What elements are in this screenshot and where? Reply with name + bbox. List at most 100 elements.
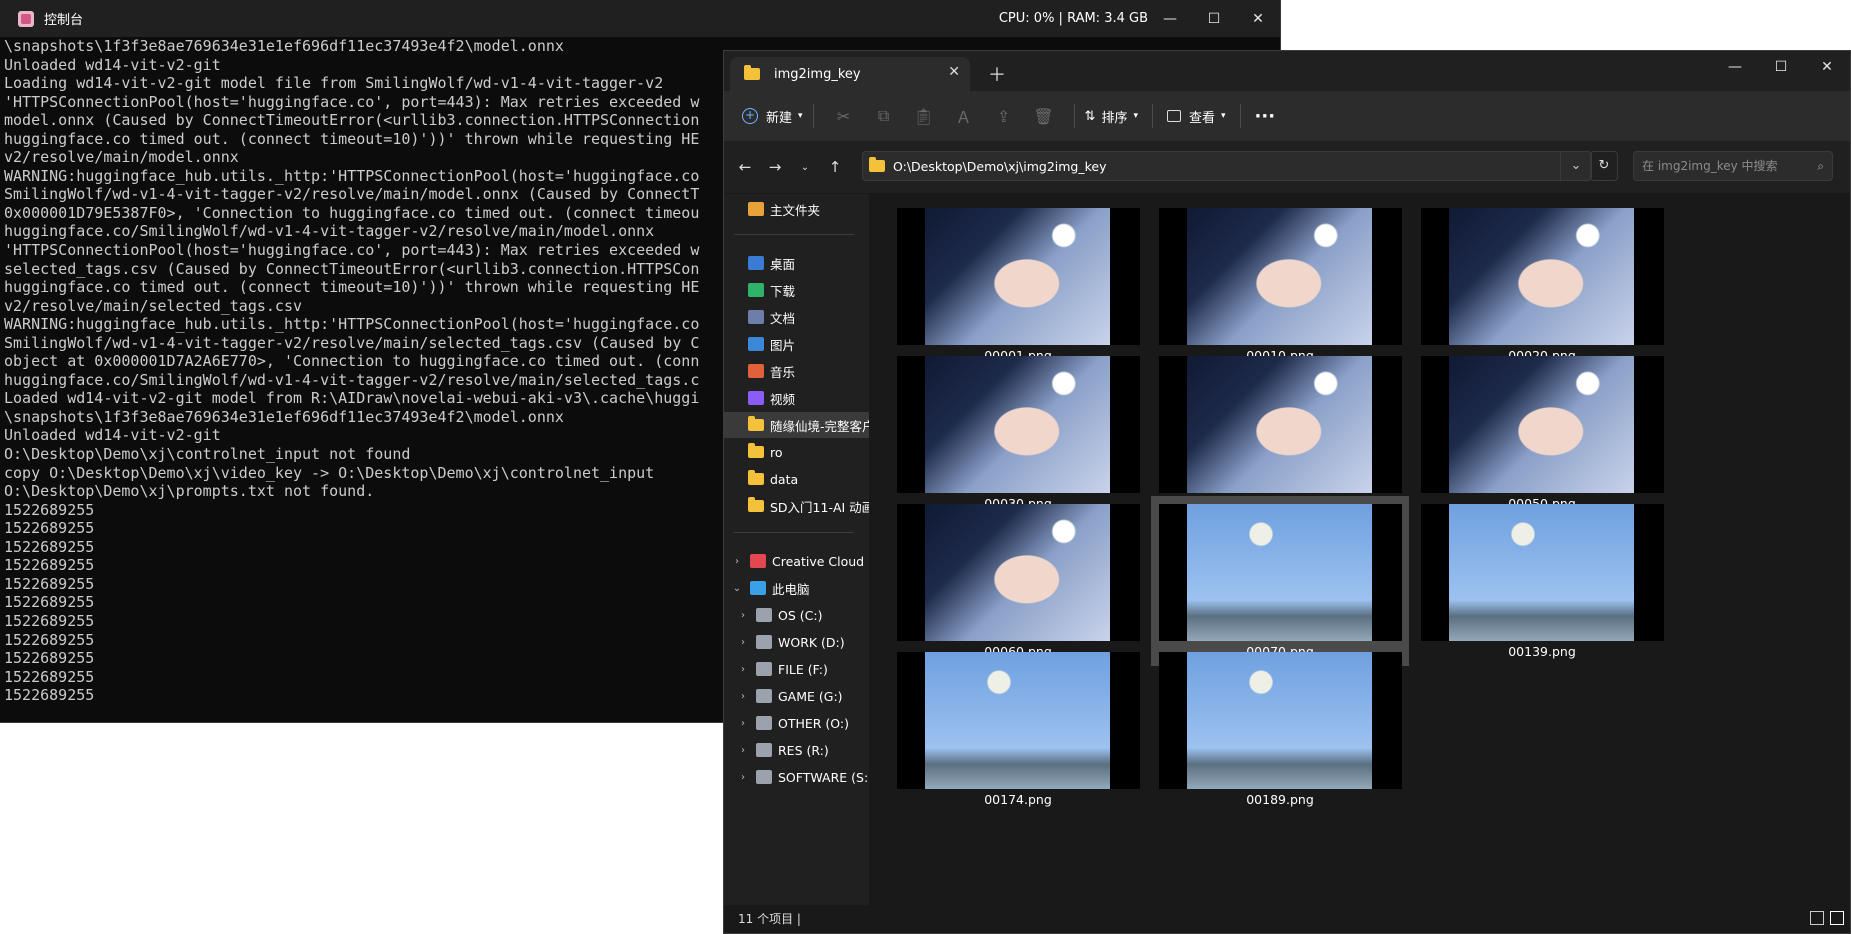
file-item[interactable]: 00020.png [1413, 200, 1671, 370]
nav-item-label: SOFTWARE (S:) [778, 769, 869, 785]
file-item[interactable]: 00001.png [889, 200, 1147, 370]
copy-icon[interactable]: ⧉ [864, 106, 904, 126]
nav-divider [734, 532, 854, 533]
nav-item-label: 主文件夹 [770, 202, 821, 218]
file-name: 00139.png [1508, 644, 1576, 659]
file-item[interactable]: 00040.png [1151, 348, 1409, 518]
recent-chevron-icon[interactable]: ⌄ [790, 162, 820, 173]
forward-arrow-icon[interactable]: → [760, 158, 790, 176]
explorer-body: 主文件夹桌面📌︎下载📌︎文档📌︎图片📌︎音乐📌︎视频📌︎ 随缘仙境-完整客户 ro d… [724, 194, 1850, 905]
up-arrow-icon[interactable]: ↑ [820, 158, 850, 176]
sort-button-label: 排序 [1101, 110, 1128, 126]
search-input[interactable]: 在 img2img_key 中搜索 ⌕ [1633, 151, 1833, 181]
file-item[interactable]: 00010.png [1151, 200, 1409, 370]
file-item[interactable]: 00060.png [889, 496, 1147, 666]
nav-item-creative-cloud[interactable]: › Creative Cloud Files [724, 548, 869, 574]
nav-item-folder[interactable]: 随缘仙境-完整客户 [724, 412, 869, 438]
nav-item-folder[interactable]: data [724, 466, 869, 492]
address-dropdown-icon[interactable]: ⌄ [1560, 152, 1591, 180]
cut-icon[interactable]: ✂ [824, 107, 864, 126]
nav-item-drive[interactable]: › OS (C:) [724, 602, 869, 628]
drive-icon [756, 770, 772, 784]
quick-access-icon [748, 364, 764, 378]
file-item[interactable]: 00070.png [1151, 496, 1409, 666]
folder-icon [748, 443, 764, 458]
nav-item-quick-access[interactable]: 音乐📌︎ [724, 358, 869, 384]
nav-item-quick-access[interactable]: 文档📌︎ [724, 304, 869, 330]
chevron-right-icon[interactable]: › [736, 691, 750, 702]
thumbnail-image [1187, 356, 1372, 493]
nav-item-label: Creative Cloud Files [772, 553, 869, 569]
chevron-right-icon[interactable]: › [730, 556, 744, 567]
file-item[interactable]: 00189.png [1151, 644, 1409, 814]
file-item[interactable]: 00139.png [1413, 496, 1671, 666]
computer-icon [750, 581, 766, 595]
toolbar-divider [1239, 104, 1241, 128]
thumbnail-image [1449, 356, 1634, 493]
share-icon[interactable]: ⇪ [984, 107, 1024, 126]
chevron-right-icon[interactable]: › [736, 772, 750, 783]
maximize-icon[interactable]: ☐ [1192, 0, 1236, 37]
tab-img2img-key[interactable]: img2img_key ✕ [730, 57, 970, 91]
chevron-right-icon[interactable]: › [736, 718, 750, 729]
nav-item-this-pc[interactable]: ⌄ 此电脑 [724, 575, 869, 601]
minimize-icon[interactable]: — [1712, 51, 1758, 83]
drive-icon [756, 689, 772, 703]
nav-item-quick-access[interactable]: 下载📌︎ [724, 277, 869, 303]
nav-item-folder[interactable]: ro [724, 439, 869, 465]
nav-item-label: 此电脑 [772, 581, 810, 597]
chevron-right-icon[interactable]: › [736, 664, 750, 675]
nav-item-folder[interactable]: SD入门11-AI 动画 [724, 493, 869, 519]
console-titlebar[interactable]: 控制台 CPU: 0% | RAM: 3.4 GB — ☐ ✕ [0, 0, 1280, 37]
nav-item-label: ro [770, 444, 783, 460]
new-tab-icon[interactable]: ＋ [988, 61, 1006, 87]
nav-item-drive[interactable]: › RES (R:) [724, 737, 869, 763]
nav-item-label: WORK (D:) [778, 634, 845, 650]
explorer-toolbar: + 新建 ▾ ✂ ⧉ 📋︎ Ａ ⇪ 🗑︎ ⇅ 排序 ▾ 查看 ▾ ··· [724, 91, 1850, 141]
address-bar[interactable]: O:\Desktop\Demo\xj\img2img_key ⌄ [862, 151, 1592, 181]
refresh-icon[interactable]: ↻ [1590, 151, 1618, 181]
file-item[interactable]: 00174.png [889, 644, 1147, 814]
thumbnail-image [925, 356, 1110, 493]
chevron-right-icon[interactable]: › [736, 637, 750, 648]
folder-icon [748, 470, 764, 485]
minimize-icon[interactable]: — [1148, 0, 1192, 37]
nav-item-label: 下载 [770, 283, 796, 299]
nav-item-drive[interactable]: › GAME (G:) [724, 683, 869, 709]
nav-item-drive[interactable]: › FILE (F:) [724, 656, 869, 682]
close-icon[interactable]: ✕ [1236, 0, 1280, 37]
view-button-label: 查看 [1189, 110, 1216, 126]
tab-close-icon[interactable]: ✕ [948, 64, 960, 80]
nav-item-label: SD入门11-AI 动画 [770, 499, 869, 515]
back-arrow-icon[interactable]: ← [730, 158, 760, 176]
details-view-icon[interactable] [1810, 911, 1824, 925]
thumbnails-view-icon[interactable] [1830, 911, 1844, 925]
chevron-right-icon[interactable]: › [736, 745, 750, 756]
nav-item-label: 桌面 [770, 256, 796, 272]
view-button[interactable]: 查看 ▾ [1167, 107, 1226, 126]
file-item[interactable]: 00030.png [889, 348, 1147, 518]
nav-item-home[interactable]: 主文件夹 [724, 196, 869, 222]
nav-item-quick-access[interactable]: 桌面📌︎ [724, 250, 869, 276]
nav-item-quick-access[interactable]: 视频📌︎ [724, 385, 869, 411]
chevron-down-icon: ▾ [798, 111, 803, 121]
close-icon[interactable]: ✕ [1804, 51, 1850, 83]
paste-icon[interactable]: 📋︎ [904, 107, 944, 126]
new-button[interactable]: + 新建 ▾ [742, 107, 803, 126]
nav-item-drive[interactable]: › SOFTWARE (S:) [724, 764, 869, 790]
chevron-down-icon[interactable]: ⌄ [730, 583, 744, 594]
file-item[interactable]: 00050.png [1413, 348, 1671, 518]
rename-icon[interactable]: Ａ [944, 104, 984, 128]
drive-icon [756, 608, 772, 622]
more-options-button[interactable]: ··· [1255, 106, 1276, 127]
chevron-down-icon: ▾ [1133, 111, 1138, 121]
nav-item-drive[interactable]: › WORK (D:) [724, 629, 869, 655]
sort-button[interactable]: ⇅ 排序 ▾ [1085, 107, 1138, 126]
nav-item-label: 视频 [770, 391, 796, 407]
chevron-right-icon[interactable]: › [736, 610, 750, 621]
maximize-icon[interactable]: ☐ [1758, 51, 1804, 83]
nav-item-drive[interactable]: › OTHER (O:) [724, 710, 869, 736]
folder-icon [748, 416, 764, 431]
nav-item-quick-access[interactable]: 图片📌︎ [724, 331, 869, 357]
delete-icon[interactable]: 🗑︎ [1024, 107, 1064, 126]
